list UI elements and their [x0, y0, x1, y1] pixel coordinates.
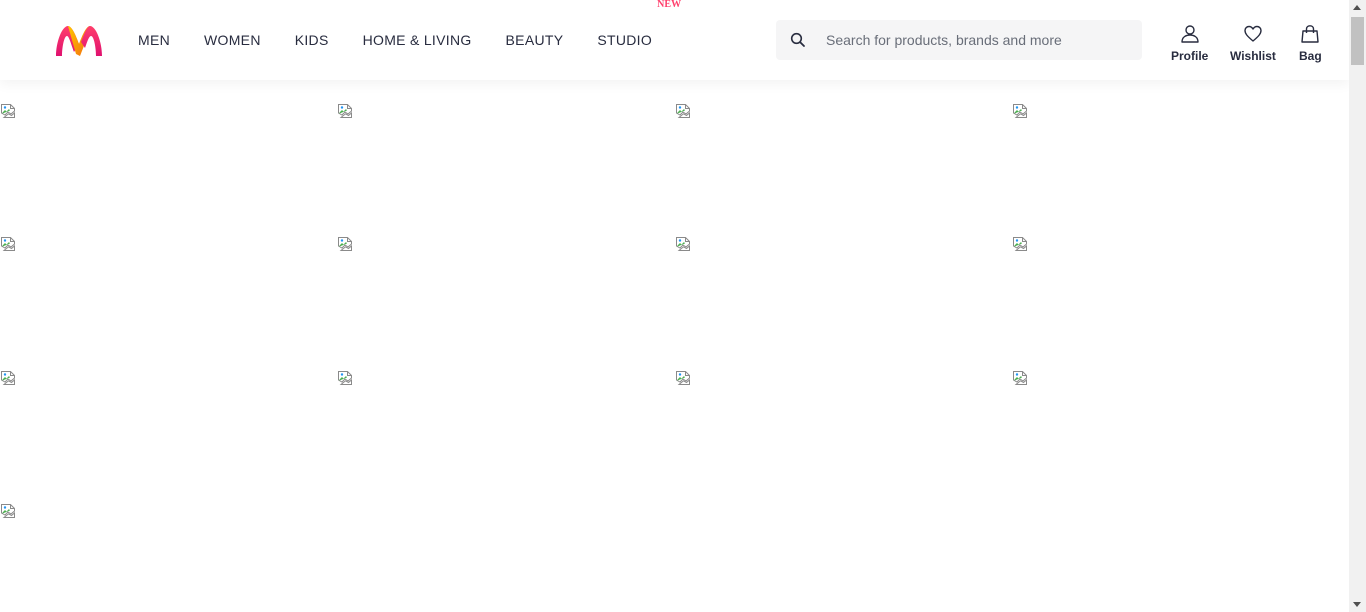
nav-item-women[interactable]: WOMEN [204, 0, 261, 80]
bag-label: Bag [1299, 49, 1322, 63]
broken-image-icon [676, 371, 690, 385]
nav-label: KIDS [294, 32, 329, 48]
wishlist-label: Wishlist [1230, 49, 1276, 63]
scroll-thumb[interactable] [1351, 17, 1364, 65]
banner-image[interactable] [675, 236, 691, 252]
banner-image[interactable] [1012, 236, 1028, 252]
heart-icon [1244, 25, 1262, 42]
nav-item-studio[interactable]: STUDIO NEW [597, 0, 681, 80]
nav-item-home-living[interactable]: HOME & LIVING [363, 0, 472, 80]
broken-image-icon [1, 371, 15, 385]
scroll-up-arrow-icon[interactable] [1353, 5, 1361, 10]
search-icon[interactable] [790, 32, 806, 48]
banner-image[interactable] [675, 370, 691, 386]
header: MEN WOMEN KIDS HOME & LIVING BEAUTY STUD… [0, 0, 1349, 80]
bag-icon [1301, 25, 1320, 43]
profile-button[interactable]: Profile [1171, 24, 1208, 63]
new-badge: NEW [657, 0, 682, 10]
banner-image[interactable] [1012, 370, 1028, 386]
bag-button[interactable]: Bag [1299, 24, 1322, 63]
search-input[interactable] [826, 20, 1126, 60]
nav-label: HOME & LIVING [362, 32, 472, 48]
banner-image[interactable] [337, 103, 353, 119]
banner-image[interactable] [0, 370, 16, 386]
broken-image-icon [338, 237, 352, 251]
broken-image-icon [338, 104, 352, 118]
nav-label: WOMEN [204, 32, 261, 48]
banner-image[interactable] [1012, 103, 1028, 119]
banner-image[interactable] [675, 103, 691, 119]
nav-label: BEAUTY [505, 32, 564, 48]
scrollbar[interactable] [1349, 0, 1366, 612]
nav-label: MEN [138, 32, 171, 48]
profile-label: Profile [1171, 49, 1209, 63]
broken-image-icon [1013, 371, 1027, 385]
banner-image[interactable] [0, 103, 16, 119]
search-bar[interactable] [776, 20, 1142, 60]
profile-icon [1180, 25, 1199, 43]
nav-item-beauty[interactable]: BEAUTY [506, 0, 564, 80]
wishlist-button[interactable]: Wishlist [1230, 24, 1276, 63]
nav-item-men[interactable]: MEN [138, 0, 170, 80]
broken-image-icon [338, 371, 352, 385]
broken-image-icon [676, 237, 690, 251]
banner-image[interactable] [337, 236, 353, 252]
broken-image-icon [1013, 237, 1027, 251]
banner-image[interactable] [337, 370, 353, 386]
banner-image[interactable] [0, 236, 16, 252]
myntra-logo-icon[interactable] [54, 22, 104, 60]
nav-label: STUDIO [597, 32, 653, 48]
banner-image[interactable] [0, 503, 16, 519]
main-nav: MEN WOMEN KIDS HOME & LIVING BEAUTY STUD… [138, 0, 686, 80]
broken-image-icon [1013, 104, 1027, 118]
broken-image-icon [1, 504, 15, 518]
broken-image-icon [676, 104, 690, 118]
broken-image-icon [1, 237, 15, 251]
nav-item-kids[interactable]: KIDS [295, 0, 329, 80]
scroll-down-arrow-icon[interactable] [1353, 602, 1361, 607]
broken-image-icon [1, 104, 15, 118]
